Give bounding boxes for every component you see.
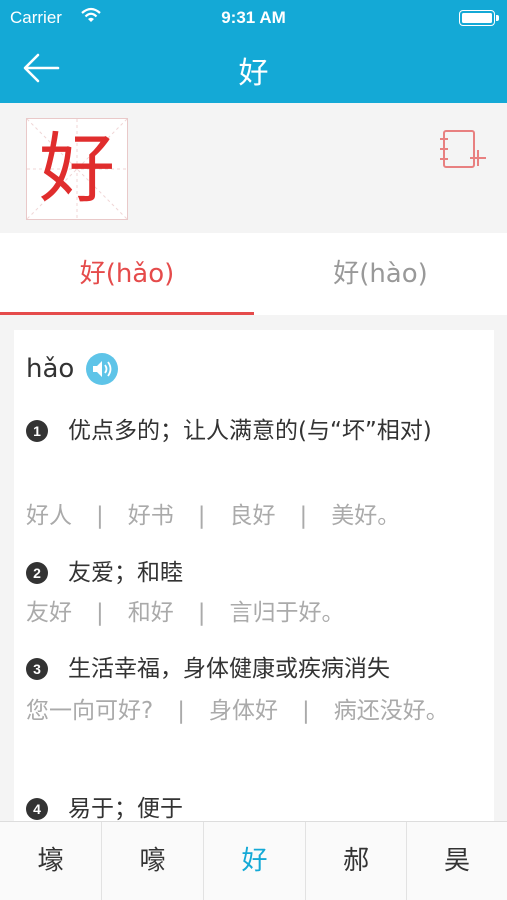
- large-character: 好: [39, 124, 115, 213]
- related-char-button-active[interactable]: 好: [204, 822, 306, 900]
- tab-hao3[interactable]: 好(hǎo): [0, 233, 254, 315]
- examples-row: 友好 | 和好 | 言归于好。: [26, 600, 345, 626]
- definition-item: 3 生活幸福，身体健康或疾病消失: [26, 648, 486, 690]
- definition-item: 2 友爱；和睦: [26, 552, 486, 594]
- definition-number: 2: [26, 562, 48, 584]
- example[interactable]: 言归于好。: [230, 600, 345, 626]
- pinyin-label: hǎo: [26, 354, 75, 384]
- example[interactable]: 病还没好。: [334, 698, 449, 724]
- definition-card: hǎo 1 优点多的；让人满意的(与“坏”相对) 好人 | 好书 | 良好 | 美好。 2 …: [14, 330, 494, 830]
- status-bar: Carrier 9:31 AM: [0, 0, 507, 36]
- definition-number: 4: [26, 798, 48, 820]
- active-tab-indicator: [0, 312, 254, 315]
- example[interactable]: 好人: [26, 503, 72, 529]
- character-grid-box: 好: [26, 118, 128, 220]
- related-char-button[interactable]: 郝: [306, 822, 407, 900]
- example[interactable]: 和好: [128, 600, 174, 626]
- related-char-button[interactable]: 昊: [407, 822, 507, 900]
- related-characters-bar: 壕 嚎 好 郝 昊: [0, 821, 507, 900]
- related-char-button[interactable]: 壕: [0, 822, 102, 900]
- battery-icon: [459, 10, 499, 26]
- example[interactable]: 好书: [128, 503, 174, 529]
- examples-row: 您一向可好? | 身体好 | 病还没好。: [26, 698, 449, 724]
- example[interactable]: 身体好: [209, 698, 278, 724]
- tab-hao4[interactable]: 好(hào): [254, 233, 507, 315]
- pronunciation-tabs: 好(hǎo) 好(hào): [0, 233, 507, 315]
- definition-item: 1 优点多的；让人满意的(与“坏”相对): [26, 410, 486, 496]
- definition-text: 优点多的；让人满意的(与“坏”相对): [68, 418, 432, 444]
- definition-number: 3: [26, 658, 48, 680]
- definition-text: 生活幸福，身体健康或疾病消失: [68, 656, 390, 682]
- definition-number: 1: [26, 420, 48, 442]
- definition-text: 友爱；和睦: [68, 560, 183, 586]
- example[interactable]: 良好: [230, 503, 276, 529]
- speaker-icon[interactable]: [85, 352, 119, 386]
- example[interactable]: 友好: [26, 600, 72, 626]
- example[interactable]: 美好。: [331, 503, 400, 529]
- character-header: 好: [0, 103, 507, 233]
- clock: 9:31 AM: [221, 8, 286, 27]
- example[interactable]: 您一向可好?: [26, 698, 153, 724]
- examples-row: 好人 | 好书 | 良好 | 美好。: [26, 503, 401, 529]
- pinyin-row: hǎo: [26, 352, 119, 392]
- page-title: 好: [238, 56, 269, 91]
- related-char-button[interactable]: 嚎: [102, 822, 204, 900]
- notebook-add-icon[interactable]: [438, 128, 488, 172]
- header: Carrier 9:31 AM 好: [0, 0, 507, 103]
